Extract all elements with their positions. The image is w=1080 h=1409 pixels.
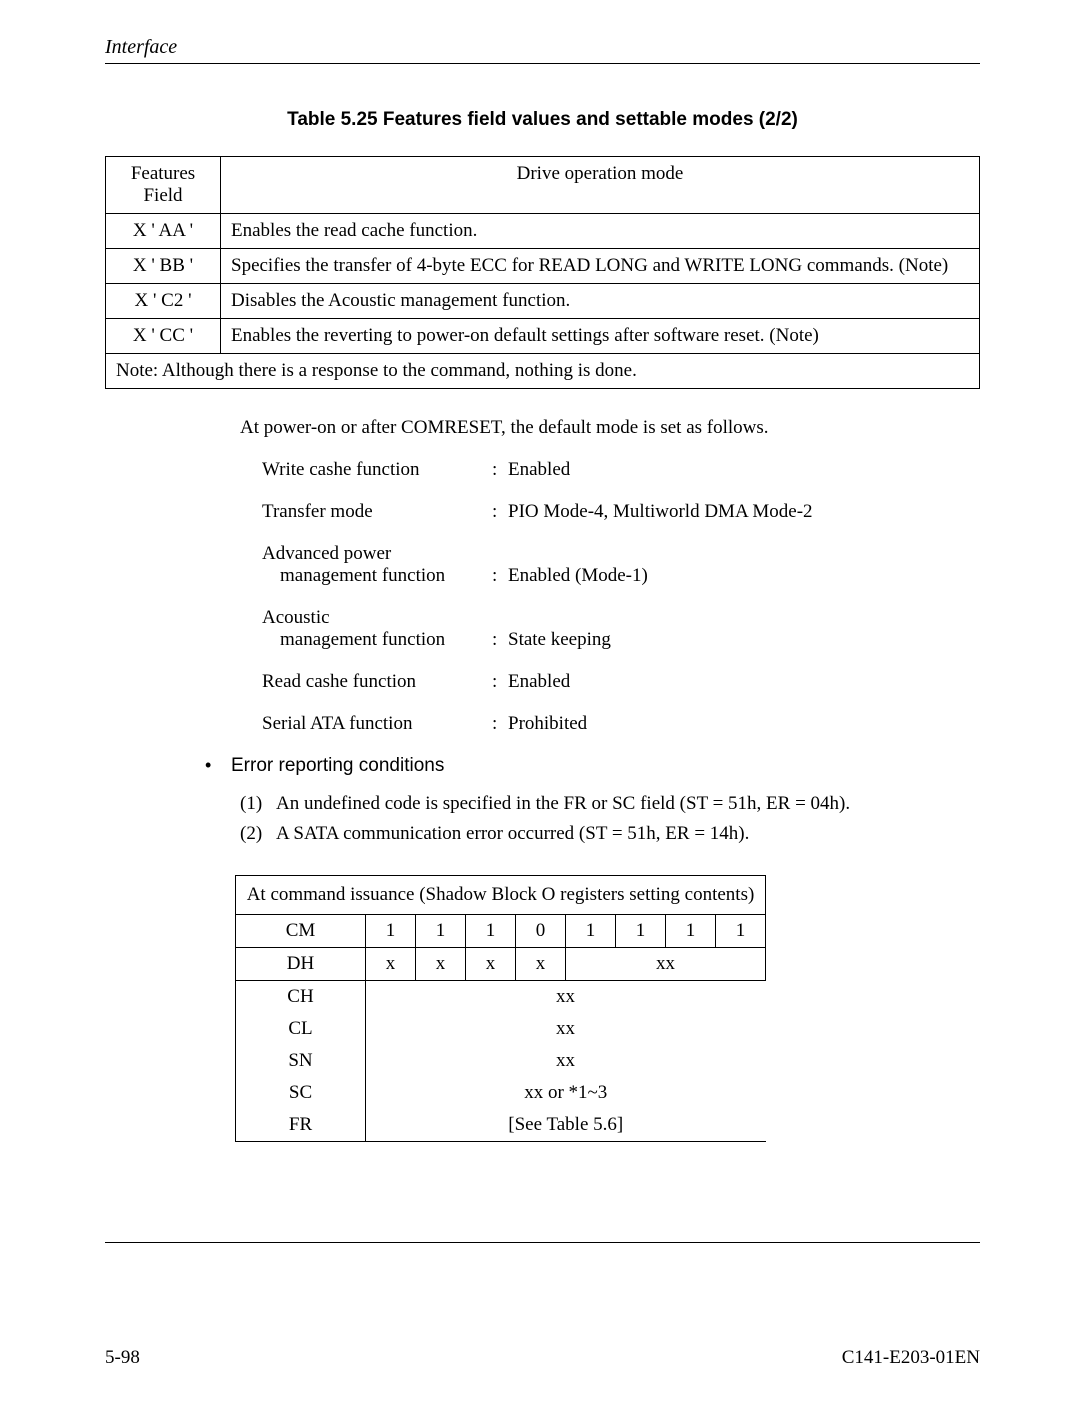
mode-value: PIO Mode-4, Multiworld DMA Mode-2 — [508, 501, 980, 523]
reg-label: DH — [236, 948, 366, 981]
bullet-icon: • — [205, 755, 231, 777]
reg-label: CL — [236, 1013, 366, 1045]
features-d: Enables the read cache function. — [221, 214, 980, 249]
features-f: X ' CC ' — [106, 319, 221, 354]
features-table: Features Field Drive operation mode X ' … — [105, 156, 980, 389]
reg-bit: 1 — [616, 915, 666, 948]
reg-bit: x — [416, 948, 466, 981]
reg-label: SC — [236, 1077, 366, 1109]
features-f: X ' AA ' — [106, 214, 221, 249]
reg-bit: x — [366, 948, 416, 981]
reg-bit: 1 — [416, 915, 466, 948]
intro-paragraph: At power-on or after COMRESET, the defau… — [240, 417, 980, 439]
reg-val: xx — [566, 981, 766, 1014]
mode-value: Prohibited — [508, 713, 980, 735]
regs-caption: At command issuance (Shadow Block O regi… — [236, 876, 766, 915]
reg-bit: x — [466, 948, 516, 981]
section-header: Interface — [105, 36, 980, 59]
list-index: (1) — [240, 793, 276, 815]
reg-val: xx — [566, 1045, 766, 1077]
default-modes-list: Write cashe function : Enabled Transfer … — [262, 459, 980, 735]
features-f: X ' BB ' — [106, 249, 221, 284]
list-text: An undefined code is specified in the FR… — [276, 793, 980, 815]
reg-val: xx or *1~3 — [366, 1077, 766, 1109]
reg-label: CM — [236, 915, 366, 948]
doc-id: C141-E203-01EN — [842, 1347, 980, 1369]
features-note: Note: Although there is a response to th… — [106, 354, 980, 389]
table-caption: Table 5.25 Features field values and set… — [105, 109, 980, 131]
reg-bit: 1 — [366, 915, 416, 948]
mode-label: Acoustic — [262, 607, 330, 628]
mode-value: Enabled — [508, 459, 980, 481]
reg-val: [See Table 5.6] — [366, 1109, 766, 1142]
mode-label: Advanced power — [262, 543, 391, 564]
registers-table: At command issuance (Shadow Block O regi… — [235, 875, 766, 1142]
reg-label: SN — [236, 1045, 366, 1077]
features-col0: Features Field — [106, 157, 221, 214]
reg-label: FR — [236, 1109, 366, 1142]
reg-bit: 1 — [466, 915, 516, 948]
features-col1: Drive operation mode — [221, 157, 980, 214]
reg-bit: 0 — [516, 915, 566, 948]
footer-rule — [105, 1242, 980, 1243]
list-index: (2) — [240, 823, 276, 845]
reg-bit: 1 — [666, 915, 716, 948]
list-text: A SATA communication error occurred (ST … — [276, 823, 980, 845]
bullet-heading: Error reporting conditions — [231, 755, 980, 777]
mode-label-sub: management function — [262, 565, 492, 587]
features-d: Specifies the transfer of 4-byte ECC for… — [221, 249, 980, 284]
reg-bit: 1 — [566, 915, 616, 948]
features-d: Enables the reverting to power-on defaul… — [221, 319, 980, 354]
mode-label: Serial ATA function — [262, 713, 412, 734]
mode-value: Enabled (Mode-1) — [508, 565, 980, 587]
reg-bit: xx — [566, 948, 766, 981]
reg-label: CH — [236, 981, 366, 1014]
mode-label: Read cashe function — [262, 671, 416, 692]
reg-bit: x — [516, 948, 566, 981]
mode-value: State keeping — [508, 629, 980, 651]
features-d: Disables the Acoustic management functio… — [221, 284, 980, 319]
features-f: X ' C2 ' — [106, 284, 221, 319]
mode-label-sub: management function — [262, 629, 492, 651]
mode-label: Transfer mode — [262, 501, 373, 522]
page-number: 5-98 — [105, 1347, 140, 1369]
header-rule — [105, 63, 980, 64]
reg-val: xx — [566, 1013, 766, 1045]
error-conditions-list: (1) An undefined code is specified in th… — [240, 793, 980, 845]
reg-bit: 1 — [716, 915, 766, 948]
mode-label: Write cashe function — [262, 459, 420, 480]
mode-value: Enabled — [508, 671, 980, 693]
